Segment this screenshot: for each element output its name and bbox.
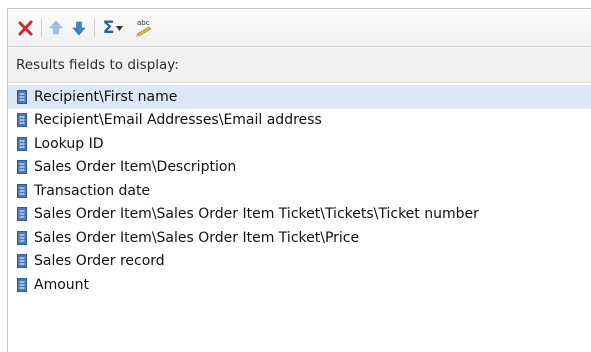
svg-text:abc: abc	[137, 19, 150, 27]
field-list-item[interactable]: Sales Order record	[8, 250, 591, 274]
sigma-icon: Σ	[102, 17, 115, 38]
results-fields-panel: Σ abc Results fields to display: Recipie…	[7, 8, 591, 352]
field-icon	[17, 183, 27, 198]
field-label: Amount	[34, 276, 90, 293]
field-icon	[17, 160, 27, 175]
field-list-item[interactable]: Sales Order Item\Description	[8, 156, 591, 180]
toolbar-separator	[41, 19, 42, 37]
arrow-down-icon	[72, 21, 86, 36]
field-list-item[interactable]: Sales Order Item\Sales Order Item Ticket…	[8, 203, 591, 227]
summarize-button[interactable]: Σ	[99, 18, 127, 38]
field-icon	[17, 136, 27, 151]
chevron-down-icon	[116, 25, 124, 31]
field-list-item[interactable]: Recipient\First name	[8, 85, 591, 109]
field-icon	[17, 113, 27, 128]
field-label: Recipient\Email Addresses\Email address	[34, 112, 322, 129]
toolbar: Σ abc	[8, 9, 591, 47]
field-icon	[17, 89, 27, 104]
field-list-item[interactable]: Recipient\Email Addresses\Email address	[8, 109, 591, 133]
field-label: Sales Order Item\Sales Order Item Ticket…	[34, 206, 479, 223]
arrow-up-icon	[49, 20, 63, 35]
field-list-item[interactable]: Amount	[8, 273, 591, 297]
field-label: Sales Order record	[34, 253, 165, 270]
header-label: Results fields to display:	[16, 56, 179, 73]
field-label: Lookup ID	[34, 135, 104, 152]
spell-check-icon: abc	[136, 19, 152, 37]
field-list-item[interactable]: Transaction date	[8, 179, 591, 203]
field-icon	[17, 254, 27, 269]
results-fields-list: Recipient\First name Recipient\Email Add…	[8, 85, 591, 297]
toolbar-separator	[94, 19, 95, 37]
move-down-button[interactable]	[69, 18, 89, 38]
field-list-item[interactable]: Lookup ID	[8, 132, 591, 156]
delete-button[interactable]	[16, 18, 36, 38]
spell-check-button[interactable]: abc	[131, 18, 155, 38]
field-icon	[17, 277, 27, 292]
field-label: Transaction date	[34, 182, 151, 199]
field-label: Sales Order Item\Description	[34, 159, 237, 176]
move-up-button[interactable]	[46, 18, 66, 38]
field-label: Recipient\First name	[34, 88, 178, 105]
delete-x-icon	[18, 20, 33, 36]
field-icon	[17, 207, 27, 222]
field-label: Sales Order Item\Sales Order Item Ticket…	[34, 229, 360, 246]
field-icon	[17, 230, 27, 245]
results-fields-header: Results fields to display:	[8, 47, 591, 83]
field-list-item[interactable]: Sales Order Item\Sales Order Item Ticket…	[8, 226, 591, 250]
